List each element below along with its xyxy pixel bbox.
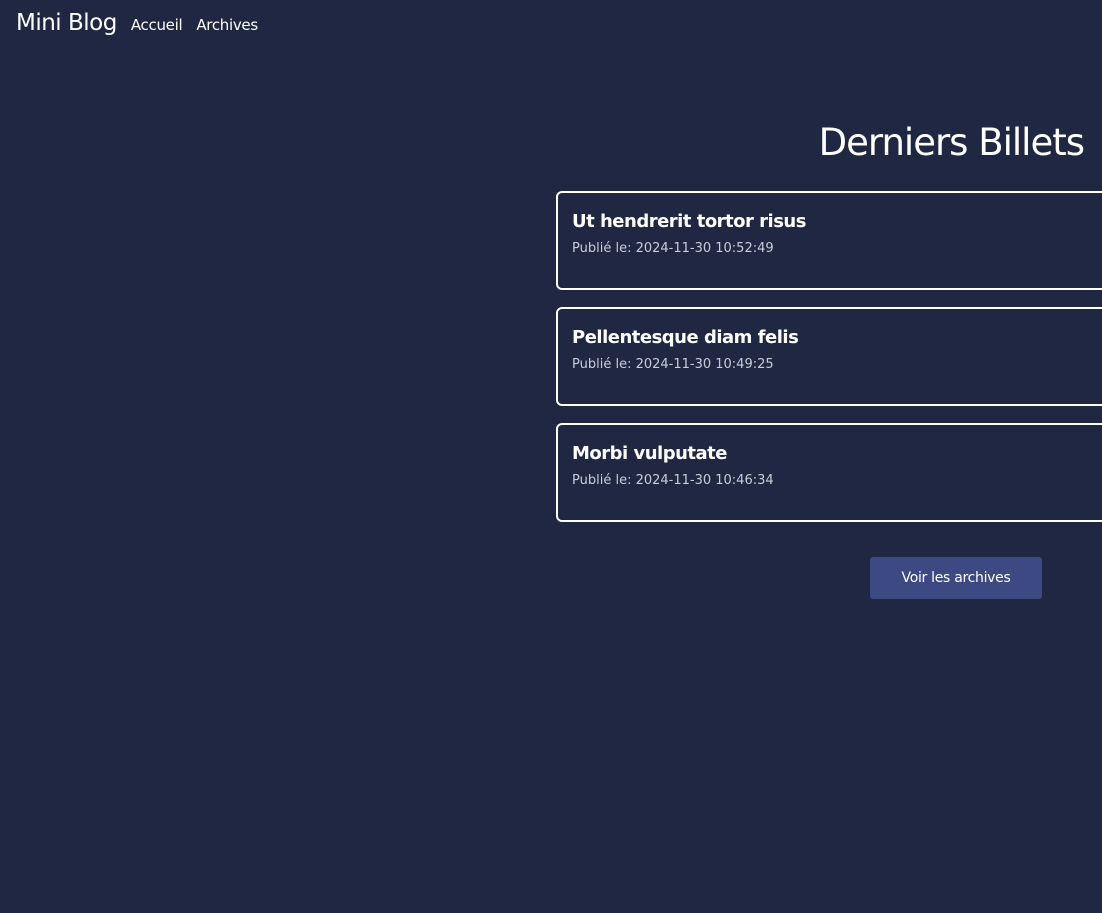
- post-card[interactable]: Ut hendrerit tortor risus Publié le: 202…: [556, 191, 1102, 290]
- top-navigation: Mini Blog Accueil Archives: [16, 10, 258, 36]
- post-card[interactable]: Pellentesque diam felis Publié le: 2024-…: [556, 307, 1102, 406]
- latest-posts-list: Ut hendrerit tortor risus Publié le: 202…: [556, 191, 1102, 539]
- post-title[interactable]: Ut hendrerit tortor risus: [572, 211, 1100, 232]
- page-title: Derniers Billets: [818, 121, 1085, 164]
- post-date: Publié le: 2024-11-30 10:46:34: [572, 473, 774, 488]
- post-title[interactable]: Pellentesque diam felis: [572, 327, 1100, 348]
- post-card[interactable]: Morbi vulputate Publié le: 2024-11-30 10…: [556, 423, 1102, 522]
- post-title[interactable]: Morbi vulputate: [572, 443, 1100, 464]
- view-archives-button[interactable]: Voir les archives: [870, 557, 1042, 599]
- post-date: Publié le: 2024-11-30 10:49:25: [572, 357, 774, 372]
- site-brand-link[interactable]: Mini Blog: [16, 10, 117, 36]
- nav-link-archives[interactable]: Archives: [196, 16, 258, 34]
- nav-link-home[interactable]: Accueil: [131, 16, 183, 34]
- post-date: Publié le: 2024-11-30 10:52:49: [572, 241, 774, 256]
